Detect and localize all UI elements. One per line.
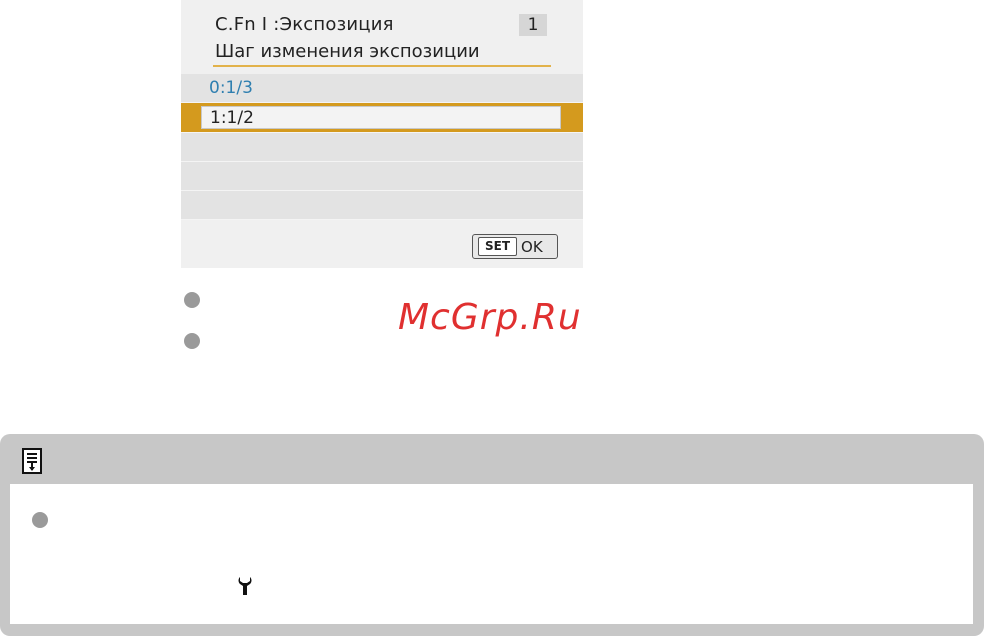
menu-option-0[interactable]: 0:1/3	[181, 74, 583, 103]
set-ok-button[interactable]: SET OK	[472, 234, 558, 259]
menu-subtitle: Шаг изменения экспозиции	[215, 41, 480, 62]
menu-option-empty	[181, 133, 583, 162]
manual-page: C.Fn I :Экспозиция 1 Шаг изменения экспо…	[0, 0, 984, 638]
menu-title: C.Fn I :Экспозиция	[215, 14, 394, 35]
selected-option-box: 1:1/2	[201, 106, 561, 129]
camera-menu-screen: C.Fn I :Экспозиция 1 Шаг изменения экспо…	[181, 0, 583, 268]
option-label: 1:1/2	[210, 108, 254, 128]
watermark: McGrp.Ru	[398, 297, 582, 338]
note-panel	[0, 434, 984, 636]
option-label: 0:1/3	[209, 78, 253, 98]
note-body	[10, 484, 973, 624]
menu-option-empty	[181, 162, 583, 191]
bullet-icon	[184, 333, 200, 349]
page-number-badge: 1	[519, 14, 547, 36]
set-chip: SET	[478, 237, 518, 256]
camera-menu-header: C.Fn I :Экспозиция 1 Шаг изменения экспо…	[181, 0, 583, 73]
ok-label: OK	[521, 237, 543, 256]
bullet-icon	[32, 512, 48, 528]
memo-icon	[22, 448, 42, 474]
menu-option-1-selected[interactable]: 1:1/2	[181, 103, 583, 133]
title-underline	[213, 65, 551, 67]
menu-option-empty	[181, 191, 583, 220]
bullet-icon	[184, 292, 200, 308]
wrench-icon	[238, 577, 252, 595]
